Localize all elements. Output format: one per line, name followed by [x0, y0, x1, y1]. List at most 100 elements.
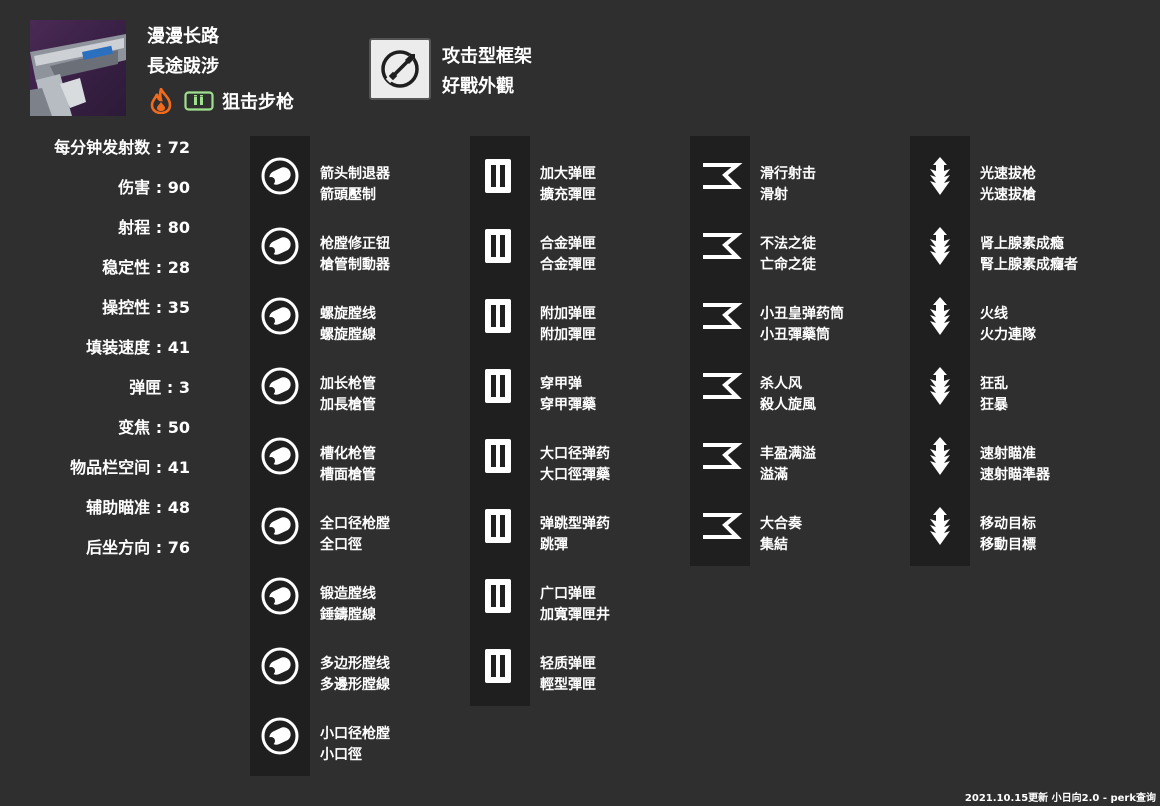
perk-name-traditional: 速射瞄準器: [980, 467, 1050, 483]
solar-flame-icon: [150, 88, 172, 114]
polygonal-rifling-icon: [257, 643, 303, 689]
perk-item[interactable]: 广口弹匣 加寬彈匣井: [470, 556, 670, 626]
perk-item[interactable]: 弹跳型弹药 跳彈: [470, 486, 670, 556]
perk-name-traditional: 合金彈匣: [540, 257, 596, 273]
stat-zoom: 变焦 : 50: [118, 418, 190, 437]
weapon-badges: 狙击步枪: [150, 86, 294, 116]
perk-name: 穿甲弹: [540, 376, 582, 392]
perk-item[interactable]: 穿甲弹 穿甲彈藥: [470, 346, 670, 416]
stat-recoil: 后坐方向 : 76: [86, 538, 190, 557]
perk-name: 多边形膛线: [320, 656, 390, 672]
perk-name: 不法之徒: [760, 236, 816, 252]
fluted-barrel-icon: [257, 293, 303, 339]
hammer-forged-rifling-icon: [257, 573, 303, 619]
perk-name: 狂乱: [980, 376, 1008, 392]
perk-item[interactable]: 肾上腺素成瘾 腎上腺素成癮者: [910, 206, 1110, 276]
smallbore-icon: [257, 713, 303, 759]
alloy-magazine-icon: [477, 223, 523, 269]
rampage-icon: [917, 363, 963, 409]
overflow-icon: [697, 433, 743, 479]
perk-name: 肾上腺素成瘾: [980, 236, 1064, 252]
perk-item[interactable]: 移动目标 移動目標: [910, 486, 1110, 556]
perk-name-traditional: 集結: [760, 537, 788, 553]
frame-name-traditional: 好戰外觀: [442, 76, 514, 97]
stat-magazine: 弹匣 : 3: [129, 378, 190, 397]
perk-name-traditional: 槍管制動器: [320, 257, 390, 273]
perk-item[interactable]: 丰盈满溢 溢滿: [690, 416, 890, 486]
perk-item[interactable]: 螺旋膛线 螺旋膛線: [250, 276, 450, 346]
perk-name: 加长枪管: [320, 376, 376, 392]
killing-wind-icon: [697, 363, 743, 409]
sniper-rifle-image: [30, 34, 126, 116]
perk-item[interactable]: 狂乱 狂暴: [910, 346, 1110, 416]
perk-item[interactable]: 火线 火力連隊: [910, 276, 1110, 346]
perk-item[interactable]: 速射瞄准 速射瞄準器: [910, 416, 1110, 486]
perk-name-traditional: 附加彈匣: [540, 327, 596, 343]
perk-name-traditional: 箭頭壓制: [320, 187, 376, 203]
extended-barrel-icon: [257, 363, 303, 409]
perk-item[interactable]: 小丑皇弹药筒 小丑彈藥筒: [690, 276, 890, 346]
perk-item[interactable]: 杀人风 殺人旋風: [690, 346, 890, 416]
extended-mag-icon: [477, 153, 523, 199]
weapon-thumbnail: [30, 20, 126, 116]
perk-item[interactable]: 加大弹匣 擴充彈匣: [470, 136, 670, 206]
perk-name: 轻质弹匣: [540, 656, 596, 672]
perk-item[interactable]: 轻质弹匣 輕型彈匣: [470, 626, 670, 696]
full-bore-icon: [257, 503, 303, 549]
perk-name: 加大弹匣: [540, 166, 596, 182]
perk-name: 大合奏: [760, 516, 802, 532]
stat-range: 射程 : 80: [118, 218, 190, 237]
perk-name-traditional: 螺旋膛線: [320, 327, 376, 343]
perk-item[interactable]: 小口径枪膛 小口徑: [250, 696, 450, 766]
perk-name: 全口径枪膛: [320, 516, 390, 532]
perk-name-traditional: 跳彈: [540, 537, 568, 553]
perk-item[interactable]: 槽化枪管 槽面槍管: [250, 416, 450, 486]
perk-name: 弹跳型弹药: [540, 516, 610, 532]
perk-name: 小丑皇弹药筒: [760, 306, 844, 322]
fluted-barrel-icon: [257, 433, 303, 479]
perk-name-traditional: 錘鑄膛線: [320, 607, 376, 623]
stat-reload: 填装速度 : 41: [86, 338, 190, 357]
perk-name-traditional: 大口徑彈藥: [540, 467, 610, 483]
perk-item[interactable]: 枪膛修正钮槍管制動器: [250, 206, 450, 276]
perk-item[interactable]: 箭头制退器 箭頭壓制: [250, 136, 450, 206]
perk-item[interactable]: 大口径弹药大口徑彈藥: [470, 416, 670, 486]
perk-name-traditional: 小丑彈藥筒: [760, 327, 830, 343]
perk-item[interactable]: 加长枪管 加長槍管: [250, 346, 450, 416]
perk-name: 丰盈满溢: [760, 446, 816, 462]
perk-name: 火线: [980, 306, 1008, 322]
stat-handling: 操控性 : 35: [102, 298, 190, 317]
perk-item[interactable]: 多边形膛线 多邊形膛線: [250, 626, 450, 696]
stats-list: 每分钟发射数 : 72 伤害 : 90 射程 : 80 稳定性 : 28 操控性…: [20, 136, 190, 576]
perk-item[interactable]: 大合奏 集結: [690, 486, 890, 556]
perk-item[interactable]: 全口径枪膛 全口徑: [250, 486, 450, 556]
stat-inventory: 物品栏空间 : 41: [70, 458, 190, 477]
ensemble-icon: [697, 503, 743, 549]
perk-name-traditional: 小口徑: [320, 747, 362, 763]
perk-item[interactable]: 附加弹匣 附加彈匣: [470, 276, 670, 346]
perk-item[interactable]: 合金弹匣 合金彈匣: [470, 206, 670, 276]
stat-impact: 伤害 : 90: [118, 178, 190, 197]
perk-name-traditional: 加長槍管: [320, 397, 376, 413]
moving-target-icon: [917, 503, 963, 549]
perk-name: 锻造膛线: [320, 586, 376, 602]
perk-name-traditional: 光速拔槍: [980, 187, 1036, 203]
corkscrew-rifling-icon: [257, 223, 303, 269]
perk-item[interactable]: 滑行射击 滑射: [690, 136, 890, 206]
perk-item[interactable]: 不法之徒 亡命之徒: [690, 206, 890, 276]
outlaw-icon: [697, 223, 743, 269]
perk-item[interactable]: 光速拔枪 光速拔槍: [910, 136, 1110, 206]
firing-line-icon: [917, 293, 963, 339]
frame-perk[interactable]: [369, 38, 431, 100]
adrenaline-junkie-icon: [917, 223, 963, 269]
slideshot-icon: [697, 153, 743, 199]
perk-name: 枪膛修正钮: [320, 236, 390, 252]
perk-item[interactable]: 锻造膛线 錘鑄膛線: [250, 556, 450, 626]
armor-piercing-rounds-icon: [477, 363, 523, 409]
perk-name-traditional: 槽面槍管: [320, 467, 376, 483]
stat-aim-assist: 辅助瞄准 : 48: [86, 498, 190, 517]
perk-name: 槽化枪管: [320, 446, 376, 462]
perk-name: 大口径弹药: [540, 446, 610, 462]
perk-name: 滑行射击: [760, 166, 816, 182]
weapon-type: 狙击步枪: [222, 92, 294, 113]
